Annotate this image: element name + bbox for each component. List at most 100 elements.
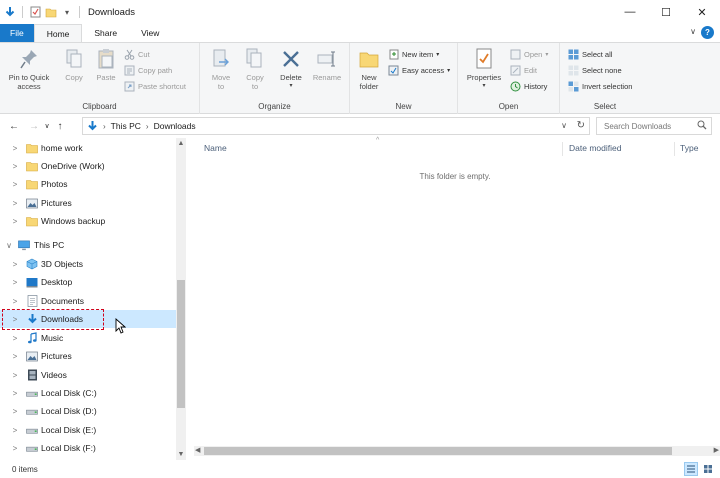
tree-item-label: Photos (41, 179, 68, 189)
drive-icon (26, 405, 38, 417)
scroll-left-arrow-icon[interactable]: ◀ (195, 446, 200, 454)
refresh-icon[interactable]: ↻ (577, 120, 585, 131)
collapsed-chevron-icon[interactable]: > (10, 217, 20, 226)
scrollbar-thumb[interactable] (177, 280, 185, 408)
collapsed-chevron-icon[interactable]: > (10, 389, 20, 398)
tree-item[interactable]: > OneDrive (Work) (0, 157, 176, 175)
edit-button[interactable]: Edit (510, 65, 537, 76)
tab-view[interactable]: View (129, 24, 171, 42)
file-list-horizontal-scrollbar[interactable]: ◀ ▶ (194, 446, 720, 456)
tree-item[interactable]: > Local Disk (F:) (0, 439, 176, 457)
scissors-icon (124, 49, 135, 60)
up-arrow-icon[interactable]: ↑ (52, 118, 68, 134)
cut-button[interactable]: Cut (124, 49, 150, 60)
collapsed-chevron-icon[interactable]: > (10, 426, 20, 435)
history-icon (510, 81, 521, 92)
easy-access-button[interactable]: Easy access ▾ (388, 65, 450, 76)
scroll-up-arrow-icon[interactable]: ▲ (176, 140, 186, 147)
search-placeholder: Search Downloads (604, 121, 672, 131)
tree-item[interactable]: > Documents (0, 292, 176, 310)
address-history-chevron-icon[interactable]: ∨ (561, 121, 567, 130)
large-icons-view-button[interactable] (701, 462, 715, 476)
rename-button[interactable]: Rename (310, 47, 344, 82)
tree-item[interactable]: > Local Disk (E:) (0, 421, 176, 439)
column-header-name[interactable]: Name (204, 143, 227, 153)
collapsed-chevron-icon[interactable]: > (10, 444, 20, 453)
copy-path-button[interactable]: Copy path (124, 65, 172, 76)
edit-icon (510, 65, 521, 76)
3d-objects-icon (26, 258, 38, 270)
collapsed-chevron-icon[interactable]: > (10, 407, 20, 416)
expanded-chevron-icon[interactable]: ∨ (4, 241, 14, 250)
tree-item[interactable]: > Videos (0, 366, 176, 384)
tree-item[interactable]: > Pictures (0, 194, 176, 212)
copy-to-button[interactable]: Copy to (240, 47, 270, 91)
tree-item[interactable]: > Pictures (0, 347, 176, 365)
folder-icon (26, 215, 38, 227)
tree-item[interactable]: > Music (0, 329, 176, 347)
tree-item[interactable]: > Photos (0, 175, 176, 193)
tree-item[interactable]: ∨ This PC (0, 236, 176, 254)
item-count: 0 items (12, 464, 38, 474)
paste-button[interactable]: Paste (92, 47, 120, 82)
search-input[interactable]: Search Downloads (596, 117, 712, 135)
tree-item[interactable]: > Local Disk (D:) (0, 402, 176, 420)
properties-icon (473, 47, 495, 71)
collapsed-chevron-icon[interactable]: > (10, 352, 20, 361)
new-folder-icon[interactable] (45, 6, 57, 18)
scroll-down-arrow-icon[interactable]: ▼ (176, 451, 186, 458)
collapsed-chevron-icon[interactable]: > (10, 278, 20, 287)
collapsed-chevron-icon[interactable]: > (10, 371, 20, 380)
minimize-button[interactable]: — (612, 0, 648, 24)
select-all-button[interactable]: Select all (568, 49, 612, 60)
collapsed-chevron-icon[interactable]: > (10, 297, 20, 306)
navigation-pane-scrollbar[interactable]: ▲ ▼ (176, 138, 186, 460)
help-icon[interactable]: ? (701, 26, 714, 39)
recent-locations-chevron-icon[interactable]: ∨ (42, 118, 52, 134)
tree-item[interactable]: > Windows backup (0, 212, 176, 230)
open-button[interactable]: Open ▾ (510, 49, 548, 60)
open-label: Open (524, 50, 543, 59)
tree-item[interactable]: > home work (0, 139, 176, 157)
history-button[interactable]: History (510, 81, 547, 92)
open-icon (510, 49, 521, 60)
invert-selection-button[interactable]: Invert selection (568, 81, 632, 92)
forward-arrow-icon[interactable]: → (26, 118, 42, 134)
properties-icon[interactable] (29, 6, 41, 18)
breadcrumb-downloads[interactable]: Downloads (154, 121, 196, 131)
properties-button[interactable]: Properties ▾ (462, 47, 506, 91)
breadcrumb-this-pc[interactable]: This PC (111, 121, 141, 131)
back-arrow-icon[interactable]: ← (6, 118, 22, 134)
close-button[interactable]: ✕ (684, 0, 720, 24)
tree-item[interactable]: > Desktop (0, 273, 176, 291)
tab-home[interactable]: Home (33, 24, 83, 42)
new-folder-button[interactable]: New folder (354, 47, 384, 91)
collapsed-chevron-icon[interactable]: > (10, 199, 20, 208)
copy-button[interactable]: Copy (60, 47, 88, 82)
pin-to-quick-access-button[interactable]: Pin to Quick access (4, 47, 54, 91)
copy-icon (63, 47, 85, 71)
move-to-button[interactable]: Move to (206, 47, 236, 91)
customize-toolbar-chevron-icon[interactable]: ▾ (61, 6, 73, 18)
tree-item[interactable]: > Local Disk (C:) (0, 384, 176, 402)
collapse-ribbon-icon[interactable]: ∨ (690, 27, 696, 36)
tab-file[interactable]: File (0, 24, 34, 42)
tree-item[interactable]: >3D Objects (0, 255, 176, 273)
scrollbar-thumb[interactable] (204, 447, 672, 455)
scroll-right-arrow-icon[interactable]: ▶ (714, 446, 719, 454)
column-header-date-modified[interactable]: Date modified (569, 143, 621, 153)
maximize-button[interactable]: ☐ (648, 0, 684, 24)
tab-share[interactable]: Share (82, 24, 129, 42)
collapsed-chevron-icon[interactable]: > (10, 334, 20, 343)
collapsed-chevron-icon[interactable]: > (10, 144, 20, 153)
collapsed-chevron-icon[interactable]: > (10, 162, 20, 171)
new-item-button[interactable]: New item ▾ (388, 49, 439, 60)
column-header-type[interactable]: Type (680, 143, 698, 153)
select-none-button[interactable]: Select none (568, 65, 622, 76)
collapsed-chevron-icon[interactable]: > (10, 260, 20, 269)
delete-button[interactable]: Delete ▾ (276, 47, 306, 91)
details-view-button[interactable] (684, 462, 698, 476)
address-bar[interactable]: › This PC › Downloads ∨ ↻ (82, 117, 590, 135)
collapsed-chevron-icon[interactable]: > (10, 180, 20, 189)
paste-shortcut-button[interactable]: Paste shortcut (124, 81, 186, 92)
